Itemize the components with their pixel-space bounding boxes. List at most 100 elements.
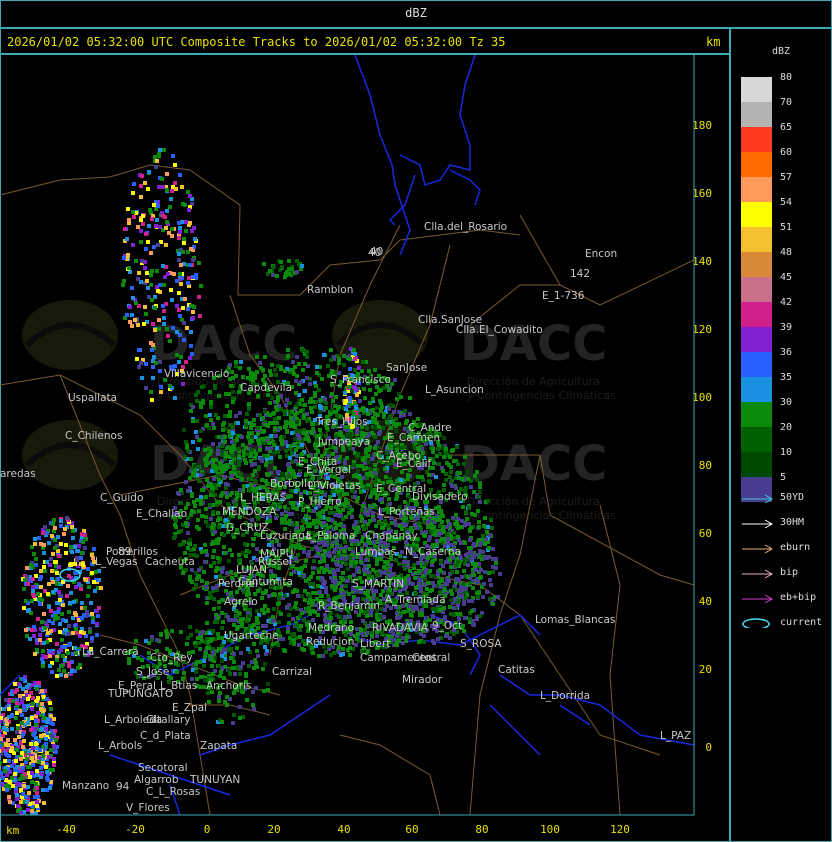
legend-value: 30 bbox=[780, 397, 793, 408]
watermark-text: DACC bbox=[150, 316, 297, 372]
place-label: S_Francisco bbox=[330, 374, 391, 386]
place-label: E_Challao bbox=[136, 508, 187, 520]
place-label: RIVADAVIA bbox=[372, 622, 429, 634]
place-label: Agrelo bbox=[224, 596, 258, 608]
place-label: TUPUNGATO bbox=[107, 688, 173, 700]
place-label: L_Asuncion bbox=[425, 384, 484, 396]
place-label: E_Calif bbox=[396, 458, 431, 470]
place-label: 89 bbox=[118, 546, 131, 558]
track-label: 30HM bbox=[780, 517, 805, 528]
legend-swatch bbox=[741, 127, 772, 152]
place-label: A_Tremiada bbox=[385, 594, 446, 606]
legend-value: 45 bbox=[780, 272, 793, 283]
place-label: L_Paloma bbox=[306, 530, 355, 542]
place-label: E_Vergel bbox=[306, 464, 351, 476]
place-label: S_ROSA bbox=[460, 638, 502, 650]
place-label: R_Benjamin bbox=[318, 600, 380, 612]
legend-swatch bbox=[741, 377, 772, 402]
place-label: C_d_Plata bbox=[140, 730, 191, 742]
place-label: Chapanay bbox=[365, 530, 418, 542]
legend-swatch bbox=[741, 102, 772, 127]
track-label: current bbox=[780, 617, 823, 628]
place-label: 40 bbox=[370, 246, 383, 258]
y-tick-label: 180 bbox=[692, 119, 712, 132]
place-label: Divisadero bbox=[412, 491, 468, 503]
y-tick-label: 80 bbox=[699, 459, 712, 472]
legend-swatch bbox=[741, 427, 772, 452]
legend-swatch bbox=[741, 452, 772, 477]
track-arrow-icon bbox=[742, 519, 773, 528]
place-label: Medrano bbox=[308, 622, 354, 634]
y-tick-label: 160 bbox=[692, 187, 712, 200]
legend-value: 70 bbox=[780, 97, 793, 108]
place-label: E_Zpal bbox=[172, 702, 207, 714]
legend-value: 51 bbox=[780, 222, 793, 233]
place-label: L_PAZ bbox=[660, 730, 691, 742]
place-label: Anchoris bbox=[206, 680, 251, 692]
place-label: Cto_Rey bbox=[150, 652, 193, 664]
place-label: Tres_Hijos bbox=[315, 416, 368, 428]
place-label: 94 bbox=[116, 781, 130, 793]
place-label: SanJose bbox=[386, 362, 427, 374]
watermark-subtitle: Dirección de Agricultura bbox=[467, 375, 600, 388]
x-tick-label: 60 bbox=[405, 823, 418, 836]
legend-swatch bbox=[741, 202, 772, 227]
place-label: L_Violetas bbox=[308, 480, 361, 492]
x-axis: -40 -20 0 20 40 60 80 100 120 bbox=[56, 823, 630, 836]
track-arrow-icon bbox=[742, 569, 773, 578]
legend-value: 80 bbox=[780, 72, 793, 83]
legend-value: 42 bbox=[780, 297, 793, 308]
place-label: Carrizal bbox=[272, 666, 312, 678]
place-label: 142 bbox=[570, 268, 590, 280]
place-label: C_L_Rosas bbox=[146, 786, 200, 798]
track-label: 50YD bbox=[780, 492, 805, 503]
legend-value: 54 bbox=[780, 197, 793, 208]
x-tick-label: 100 bbox=[540, 823, 560, 836]
radar-map[interactable]: DACC Dirección de Agriculturay Contingenc… bbox=[0, 55, 729, 842]
legend-value: 35 bbox=[780, 372, 793, 383]
place-label: Perdriel bbox=[218, 578, 258, 590]
place-label: Encon bbox=[585, 248, 617, 260]
legend-swatch bbox=[741, 402, 772, 427]
legend-swatch bbox=[741, 77, 772, 102]
legend-value: 57 bbox=[780, 172, 793, 183]
place-label: Ramblon bbox=[307, 284, 353, 296]
y-tick-label: 0 bbox=[705, 741, 712, 754]
legend-swatch bbox=[741, 327, 772, 352]
watermark-text: DACC bbox=[460, 436, 607, 492]
km-unit-bottom: km bbox=[6, 824, 20, 837]
y-tick-label: 100 bbox=[692, 391, 712, 404]
place-label: S_MARTIN bbox=[352, 578, 404, 590]
place-label: Mirador bbox=[402, 674, 443, 686]
place-label: Catitas bbox=[498, 664, 535, 676]
x-tick-label: 20 bbox=[267, 823, 280, 836]
place-label: N_Caserna bbox=[405, 546, 461, 558]
y-tick-label: 120 bbox=[692, 323, 712, 336]
place-label: Lumbas bbox=[355, 546, 396, 558]
place-label: S_Jose bbox=[136, 666, 169, 678]
track-label: bip bbox=[780, 567, 799, 578]
place-label: Clla.El_Cowadito bbox=[456, 324, 543, 336]
place-label: P_Hierro bbox=[298, 496, 342, 508]
legend-title: dBZ bbox=[772, 46, 791, 57]
legend-swatch bbox=[741, 177, 772, 202]
x-tick-label: -20 bbox=[125, 823, 145, 836]
watermark-subtitle: y Contingencias Climáticas bbox=[467, 389, 616, 402]
place-label: Luzuriaga bbox=[260, 530, 311, 542]
track-arrow-icon bbox=[742, 544, 773, 553]
map-header-text: 2026/01/02 05:32:00 UTC Composite Tracks… bbox=[7, 35, 506, 49]
current-marker-icon bbox=[742, 618, 770, 628]
place-label: C_Chilenos bbox=[65, 430, 122, 442]
track-label: eb+bip bbox=[780, 592, 817, 603]
place-label: L_Arbols bbox=[98, 740, 142, 752]
legend-value: 48 bbox=[780, 247, 793, 258]
place-label: Algarrob bbox=[134, 774, 179, 786]
place-label: Reducion bbox=[306, 636, 354, 648]
place-label: Ugarteche bbox=[224, 630, 279, 642]
legend-value: 65 bbox=[780, 122, 793, 133]
place-label: Zapata bbox=[200, 740, 237, 752]
place-label: Capdevila bbox=[240, 382, 292, 394]
legend-value: 20 bbox=[780, 422, 793, 433]
place-label: E_1-736 bbox=[542, 290, 585, 302]
place-label: 9_Oct bbox=[432, 620, 462, 632]
